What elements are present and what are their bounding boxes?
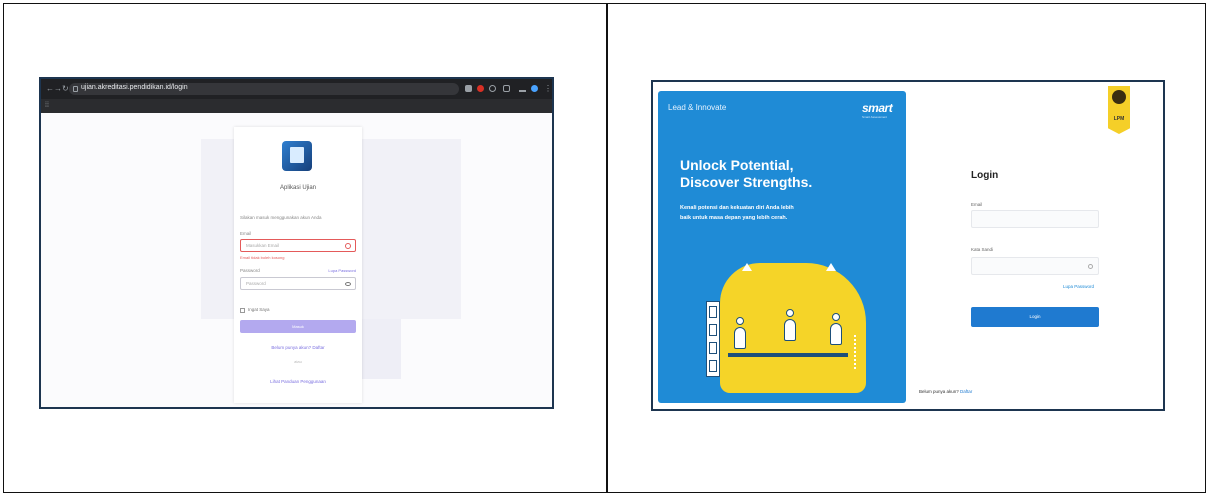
forgot-password-link[interactable]: Lupa Password — [1063, 284, 1094, 289]
email-error-text: Email tidak boleh kosong — [240, 255, 285, 260]
institution-badge: LPM — [1108, 86, 1130, 134]
submit-button[interactable]: Masuk — [240, 320, 356, 333]
login-card: Aplikasi Ujian Silakan masuk menggunakan… — [234, 127, 362, 403]
login-button-label: Login — [1029, 314, 1041, 319]
record-icon[interactable] — [477, 85, 484, 92]
person-head — [786, 309, 794, 317]
error-icon — [345, 243, 351, 249]
signup-prompt: Belum punya akun? Daftar — [919, 389, 972, 394]
seal-icon — [1112, 90, 1126, 104]
person-illustration — [830, 323, 842, 345]
email-label: Email — [971, 202, 983, 207]
email-field[interactable]: Masukkan Email — [240, 239, 356, 252]
brand-logo-left: Lead & Innovate — [668, 103, 727, 112]
back-icon[interactable]: ← — [46, 84, 54, 94]
password-placeholder: Password — [246, 281, 266, 286]
lock-icon — [73, 86, 78, 92]
email-placeholder: Masukkan Email — [246, 243, 280, 248]
person-illustration — [734, 327, 746, 349]
browser-toolbar: ← → ↻ ujian.akreditasi.pendidikan.id/log… — [41, 79, 552, 99]
url-text: ujian.akreditasi.pendidikan.id/login — [81, 84, 188, 91]
register-link[interactable]: Belum punya akun? Daftar — [234, 345, 362, 350]
profile-icon[interactable] — [531, 85, 538, 92]
brand-tagline: Smart Assessment — [862, 115, 888, 119]
password-label: Password — [240, 268, 260, 273]
screenshot-right: Lead & Innovate smart Smart Assessment U… — [651, 80, 1165, 411]
forgot-password-link[interactable]: Lupa Password — [328, 268, 356, 273]
person-head — [736, 317, 744, 325]
password-label: Kata Sandi — [971, 247, 994, 252]
app-logo-icon — [282, 141, 312, 171]
tab-search-icon[interactable] — [503, 85, 510, 92]
eye-icon[interactable] — [345, 282, 351, 286]
cabinet-illustration — [706, 301, 720, 377]
guide-link[interactable]: Lihat Panduan Penggunaan — [234, 379, 362, 384]
remember-checkbox[interactable] — [240, 308, 245, 313]
signup-text: Belum punya akun? — [919, 389, 959, 394]
person-head — [832, 313, 840, 321]
extension-icon[interactable] — [465, 85, 472, 92]
forward-icon[interactable]: → — [54, 84, 62, 94]
person-illustration — [784, 319, 796, 341]
signup-link[interactable]: Daftar — [960, 389, 972, 394]
apps-icon[interactable]: ⁞⁞ — [45, 101, 49, 111]
email-field[interactable] — [971, 210, 1099, 228]
lamp-icon — [826, 263, 836, 271]
hero-description: Kenali potensi dan kekuatan diri Anda le… — [680, 205, 794, 221]
extension-icon-2[interactable] — [489, 85, 496, 92]
login-button[interactable]: Login — [971, 307, 1099, 327]
hero-title: Unlock Potential, Discover Strengths. — [680, 157, 812, 191]
hero-title-line1: Unlock Potential, — [680, 157, 794, 173]
card-subtitle: Silakan masuk menggunakan akun Anda — [240, 215, 322, 220]
password-field[interactable] — [971, 257, 1099, 275]
remember-label: Ingat Saya — [248, 307, 270, 312]
email-label: Email — [240, 231, 252, 236]
bookmarks-bar: ⁞⁞ — [41, 99, 552, 113]
desk-illustration — [728, 353, 848, 357]
menu-icon[interactable]: ⋮ — [544, 84, 552, 94]
password-field[interactable]: Password — [240, 277, 356, 290]
hero-title-line2: Discover Strengths. — [680, 174, 813, 190]
plant-illustration — [854, 335, 866, 369]
reload-icon[interactable]: ↻ — [62, 84, 69, 94]
download-icon[interactable] — [519, 85, 526, 92]
login-title: Login — [971, 170, 999, 181]
address-bar[interactable]: ujian.akreditasi.pendidikan.id/login — [69, 83, 459, 95]
submit-label: Masuk — [292, 324, 304, 329]
or-divider: atau — [294, 359, 302, 364]
lamp-icon — [742, 263, 752, 271]
brand-logo-right: smart — [862, 101, 893, 115]
hero-panel: Lead & Innovate smart Smart Assessment U… — [658, 91, 906, 403]
screenshot-left: ← → ↻ ujian.akreditasi.pendidikan.id/log… — [39, 77, 554, 409]
card-title: Aplikasi Ujian — [279, 185, 316, 191]
eye-icon[interactable] — [1088, 264, 1093, 269]
table-cell-divider — [606, 3, 608, 493]
badge-text: LPM — [1113, 116, 1125, 122]
